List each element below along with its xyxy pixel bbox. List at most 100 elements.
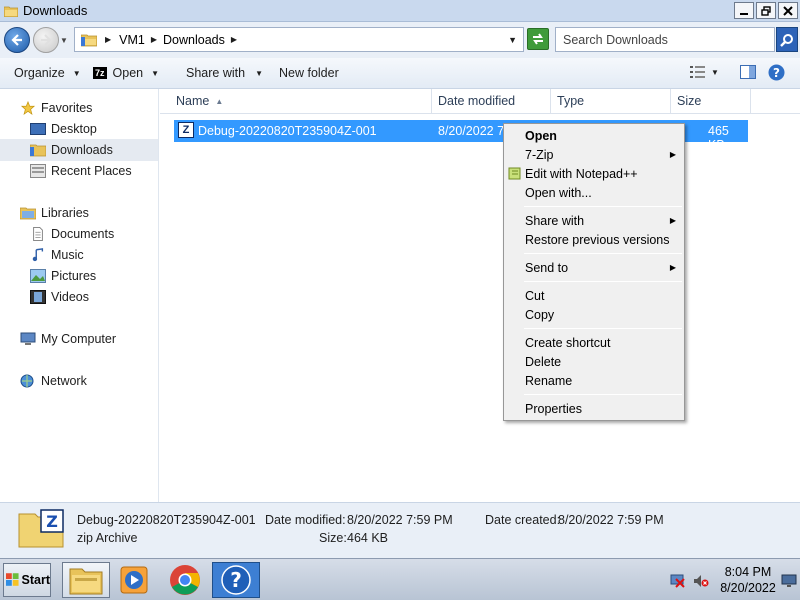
- new-folder-button[interactable]: New folder: [279, 66, 339, 80]
- nav-music[interactable]: Music: [30, 245, 84, 265]
- back-button[interactable]: [4, 27, 30, 53]
- organize-label: Organize: [14, 66, 65, 80]
- breadcrumb-separator-icon[interactable]: ▶: [231, 35, 237, 44]
- taskbar-media-player-button[interactable]: [110, 562, 158, 598]
- music-icon: [32, 248, 44, 262]
- help-icon: ?: [221, 565, 251, 595]
- nav-downloads[interactable]: Downloads: [30, 140, 113, 160]
- menu-item-copy[interactable]: Copy: [504, 305, 684, 324]
- nav-pictures[interactable]: Pictures: [30, 266, 96, 286]
- minimize-button[interactable]: [734, 2, 754, 19]
- network-status-icon[interactable]: [670, 574, 686, 588]
- menu-item-cut[interactable]: Cut: [504, 286, 684, 305]
- nav-desktop[interactable]: Desktop: [30, 119, 97, 139]
- nav-label: Libraries: [41, 206, 89, 220]
- breadcrumb-vm1[interactable]: VM1: [119, 33, 145, 47]
- file-list: Name ▲ Date modified Type Size Z Debug-2…: [160, 89, 800, 502]
- menu-item-send-to[interactable]: Send to ▶: [504, 258, 684, 277]
- nav-favorites[interactable]: Favorites: [20, 98, 92, 118]
- menu-item-label: Open with...: [525, 185, 592, 200]
- close-button[interactable]: [778, 2, 798, 19]
- views-icon: [690, 66, 705, 78]
- breadcrumb-downloads[interactable]: Downloads: [163, 33, 225, 47]
- media-player-icon: [120, 566, 148, 594]
- nav-label: Downloads: [51, 143, 113, 157]
- address-bar[interactable]: ▶ VM1 ▶ Downloads ▶ ▼: [74, 27, 524, 52]
- preview-pane-button[interactable]: [740, 65, 756, 82]
- nav-label: Favorites: [41, 101, 93, 115]
- open-button[interactable]: 7z Open ▼: [93, 66, 159, 80]
- nav-libraries[interactable]: Libraries: [20, 203, 89, 223]
- documents-icon: [33, 227, 43, 241]
- column-header-date-modified[interactable]: Date modified: [432, 89, 551, 114]
- recent-pages-dropdown-icon[interactable]: ▼: [60, 36, 70, 45]
- details-file-name: Debug-20220820T235904Z-001: [77, 513, 256, 527]
- nav-recent-places[interactable]: Recent Places: [30, 161, 132, 181]
- organize-button[interactable]: Organize ▼: [14, 66, 81, 80]
- new-folder-label: New folder: [279, 66, 339, 80]
- details-pane: Z Debug-20220820T235904Z-001 zip Archive…: [0, 502, 800, 558]
- command-bar: Organize ▼ 7z Open ▼ Share with ▼ New fo…: [0, 58, 800, 89]
- submenu-arrow-icon: ▶: [669, 216, 676, 225]
- submenu-arrow-icon: ▶: [669, 150, 676, 159]
- nav-my-computer[interactable]: My Computer: [20, 329, 116, 349]
- explorer-folder-icon: [69, 568, 103, 595]
- forward-button[interactable]: [33, 27, 59, 53]
- minimize-icon: [740, 12, 748, 15]
- column-header-size[interactable]: Size: [671, 89, 751, 114]
- nav-label: Recent Places: [51, 164, 132, 178]
- refresh-icon: [533, 33, 543, 45]
- file-name: Debug-20220820T235904Z-001: [198, 124, 377, 138]
- views-button[interactable]: ▼: [690, 65, 719, 79]
- column-header-label: Type: [557, 94, 585, 108]
- nav-network[interactable]: Network: [20, 371, 87, 391]
- menu-item-rename[interactable]: Rename: [504, 371, 684, 390]
- taskbar-chrome-button[interactable]: [161, 562, 209, 598]
- refresh-button[interactable]: [527, 28, 549, 50]
- menu-item-edit-notepad[interactable]: Edit with Notepad++: [504, 164, 684, 183]
- show-desktop-icon[interactable]: [781, 574, 797, 588]
- menu-item-delete[interactable]: Delete: [504, 352, 684, 371]
- search-input[interactable]: Search Downloads: [555, 27, 775, 52]
- svg-text:?: ?: [773, 66, 780, 80]
- taskbar-clock[interactable]: 8:04 PM 8/20/2022: [720, 564, 776, 596]
- file-size: 465 KB: [708, 124, 729, 152]
- back-arrow-icon: [11, 34, 22, 46]
- chevron-down-icon: ▼: [255, 68, 263, 78]
- start-button[interactable]: Start: [3, 563, 51, 597]
- nav-documents[interactable]: Documents: [30, 224, 114, 244]
- star-icon: [20, 101, 36, 115]
- menu-item-label: Properties: [525, 401, 582, 416]
- window-title: Downloads: [23, 3, 88, 18]
- search-button[interactable]: [776, 27, 798, 52]
- volume-muted-icon[interactable]: [693, 574, 709, 588]
- nav-label: Network: [41, 374, 87, 388]
- title-bar[interactable]: Downloads: [0, 0, 800, 22]
- menu-item-create-shortcut[interactable]: Create shortcut: [504, 333, 684, 352]
- share-with-button[interactable]: Share with ▼: [186, 66, 263, 80]
- menu-item-restore-previous-versions[interactable]: Restore previous versions: [504, 230, 684, 249]
- menu-item-share-with[interactable]: Share with ▶: [504, 211, 684, 230]
- nav-label: Videos: [51, 290, 89, 304]
- taskbar-explorer-button[interactable]: [62, 562, 110, 598]
- breadcrumb-separator-icon[interactable]: ▶: [151, 35, 157, 44]
- column-header-name[interactable]: Name ▲: [160, 89, 432, 114]
- nav-videos[interactable]: Videos: [30, 287, 89, 307]
- menu-item-open-with[interactable]: Open with...: [504, 183, 684, 202]
- menu-item-7zip[interactable]: 7-Zip ▶: [504, 145, 684, 164]
- menu-item-open[interactable]: Open: [504, 126, 684, 145]
- column-header-type[interactable]: Type: [551, 89, 671, 114]
- menu-separator: [524, 253, 682, 254]
- restore-icon: [761, 5, 771, 16]
- pictures-icon: [30, 269, 46, 283]
- search-icon: [780, 33, 793, 47]
- menu-item-properties[interactable]: Properties: [504, 399, 684, 418]
- breadcrumb-separator-icon[interactable]: ▶: [105, 35, 111, 44]
- taskbar-help-button[interactable]: ?: [212, 562, 260, 598]
- help-button[interactable]: ?: [768, 64, 785, 84]
- menu-item-label: Share with: [525, 213, 585, 228]
- address-history-dropdown-icon[interactable]: ▼: [508, 35, 517, 45]
- restore-button[interactable]: [756, 2, 776, 19]
- share-with-label: Share with: [186, 66, 246, 80]
- menu-item-label: Send to: [525, 260, 569, 275]
